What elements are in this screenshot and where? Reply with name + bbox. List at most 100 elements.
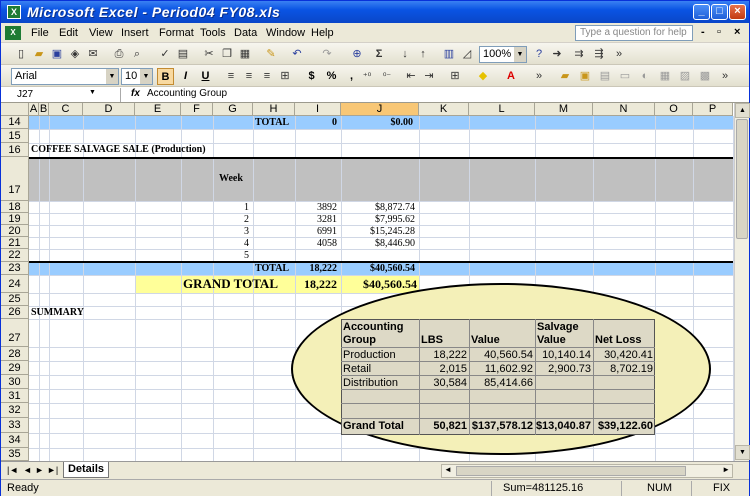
week-cell[interactable]: 1 <box>213 202 249 214</box>
print-preview-icon[interactable]: ⌕ <box>129 46 145 62</box>
grand-total-lbs[interactable]: 18,222 <box>295 277 337 291</box>
summary-header-salvage-1[interactable]: Salvage <box>537 321 579 333</box>
lbs-cell[interactable]: 3892 <box>295 202 337 214</box>
font-color-icon[interactable]: A <box>503 68 519 84</box>
summary-value[interactable]: 40,560.54 <box>469 349 533 361</box>
total-label[interactable]: TOTAL <box>255 263 289 275</box>
chevron-down-icon[interactable]: ▼ <box>89 89 96 96</box>
col-header-l[interactable]: L <box>469 103 535 116</box>
borders-icon[interactable]: ⊞ <box>447 68 463 84</box>
lbs-cell[interactable]: 6991 <box>295 226 337 238</box>
col-header-d[interactable]: D <box>83 103 135 116</box>
prev-sheet-icon[interactable]: ◄ <box>23 465 32 475</box>
format-painter-icon[interactable]: ✎ <box>263 46 279 62</box>
scroll-left-icon[interactable]: ◄ <box>444 465 452 474</box>
summary-netloss[interactable]: 30,420.41 <box>593 349 653 361</box>
summary-lbs[interactable]: 2,015 <box>419 363 467 375</box>
summary-total-salvage[interactable]: $13,040.87 <box>535 420 591 432</box>
workbook-icon[interactable]: X <box>5 26 21 40</box>
row-header-21[interactable]: 21 <box>1 237 29 249</box>
row-header-31[interactable]: 31 <box>1 389 29 403</box>
grand-total-label[interactable]: GRAND TOTAL <box>183 277 278 291</box>
row-header-35[interactable]: 35 <box>1 448 29 461</box>
col-header-k[interactable]: K <box>419 103 469 116</box>
track-changes-icon[interactable]: ▦ <box>657 68 673 84</box>
summary-value[interactable]: 11,602.92 <box>469 363 533 375</box>
value-cell[interactable]: $8,872.74 <box>341 202 415 214</box>
week-header[interactable]: Week <box>219 173 243 185</box>
maximize-button[interactable]: □ <box>711 4 728 20</box>
row-header-28[interactable]: 28 <box>1 347 29 361</box>
help-question-input[interactable]: Type a question for help <box>575 25 693 41</box>
total-lbs[interactable]: 18,222 <box>295 263 338 275</box>
col-header-f[interactable]: F <box>181 103 213 116</box>
summary-header-value[interactable]: Value <box>471 334 500 346</box>
decrease-decimal-icon[interactable]: ⁰⁻ <box>379 68 395 84</box>
scroll-down-icon[interactable]: ▼ <box>735 445 750 460</box>
minimize-button[interactable]: _ <box>693 4 710 20</box>
font-name-select[interactable]: Arial ▼ <box>11 68 119 85</box>
menu-edit[interactable]: Edit <box>59 27 78 39</box>
menu-format[interactable]: Format <box>159 27 194 39</box>
menu-data[interactable]: Data <box>234 27 257 39</box>
col-header-i[interactable]: I <box>295 103 341 116</box>
permission-icon[interactable]: ◈ <box>67 46 83 62</box>
row-header-32[interactable]: 32 <box>1 403 29 418</box>
col-header-c[interactable]: C <box>49 103 83 116</box>
value-cell[interactable]: $8,446.90 <box>341 238 415 250</box>
row-header-33[interactable]: 33 <box>1 418 29 433</box>
summary-header-netloss[interactable]: Net Loss <box>595 334 641 346</box>
sort-ascending-icon[interactable]: ↓ <box>397 46 413 62</box>
increase-indent-icon[interactable]: ⇥ <box>421 68 437 84</box>
grand-total-value[interactable]: $40,560.54 <box>341 277 417 291</box>
total-label[interactable]: TOTAL <box>255 117 289 129</box>
row-header-14[interactable]: 14 <box>1 116 29 129</box>
align-right-icon[interactable]: ≡ <box>259 68 275 84</box>
col-header-a[interactable]: A <box>29 103 39 116</box>
print-icon[interactable]: ⎙ <box>111 46 127 62</box>
col-header-g[interactable]: G <box>213 103 253 116</box>
doc-restore-button[interactable]: ▫ <box>717 26 721 38</box>
paste-icon[interactable]: ▦ <box>237 46 253 62</box>
toolbar-options-icon[interactable]: » <box>717 68 733 84</box>
next-sheet-icon[interactable]: ► <box>35 465 44 475</box>
trace-precedents-icon[interactable]: ⇉ <box>571 46 587 62</box>
summary-total-lbs[interactable]: 50,821 <box>419 420 467 432</box>
chevron-down-icon[interactable]: ▼ <box>514 47 526 62</box>
week-cell[interactable]: 4 <box>213 238 249 250</box>
col-header-n[interactable]: N <box>593 103 655 116</box>
summary-group[interactable]: Retail <box>343 363 371 375</box>
italic-button[interactable]: I <box>177 68 194 85</box>
summary-group[interactable]: Distribution <box>343 377 398 389</box>
new-icon[interactable]: ▯ <box>13 46 29 62</box>
col-header-h[interactable]: H <box>253 103 295 116</box>
menu-file[interactable]: File <box>31 27 49 39</box>
value-cell[interactable]: $15,245.28 <box>341 226 415 238</box>
row-header-15[interactable]: 15 <box>1 129 29 143</box>
comma-button[interactable]: , <box>343 68 360 85</box>
first-sheet-icon[interactable]: |◄ <box>7 465 18 475</box>
row-header-23[interactable]: 23 <box>1 262 29 275</box>
summary-salvage[interactable]: 10,140.14 <box>535 349 591 361</box>
row-header-26[interactable]: 26 <box>1 306 29 319</box>
research-icon[interactable]: ▤ <box>175 46 191 62</box>
excel-app-icon[interactable]: X <box>7 5 21 19</box>
insert-function-icon[interactable]: fx <box>131 88 140 99</box>
row-header-29[interactable]: 29 <box>1 361 29 375</box>
fill-color-icon[interactable]: ◆ <box>475 68 491 84</box>
row-header-22[interactable]: 22 <box>1 249 29 262</box>
scroll-thumb[interactable] <box>736 119 748 239</box>
summary-lbs[interactable]: 30,584 <box>419 377 467 389</box>
value-cell[interactable]: $7,995.62 <box>341 214 415 226</box>
menu-help[interactable]: Help <box>311 27 334 39</box>
total-value[interactable]: $40,560.54 <box>341 263 415 275</box>
percent-button[interactable]: % <box>323 68 340 85</box>
formula-input[interactable]: Accounting Group <box>147 88 227 99</box>
scroll-right-icon[interactable]: ► <box>722 465 730 474</box>
toolbar-options-icon[interactable]: » <box>611 46 627 62</box>
save-icon[interactable]: ▣ <box>49 46 65 62</box>
summary-total-group[interactable]: Grand Total <box>343 420 404 432</box>
name-box[interactable]: J27 <box>3 88 121 102</box>
vertical-scrollbar[interactable]: ▲ ▼ <box>734 103 750 461</box>
lbs-cell[interactable]: 4058 <box>295 238 337 250</box>
